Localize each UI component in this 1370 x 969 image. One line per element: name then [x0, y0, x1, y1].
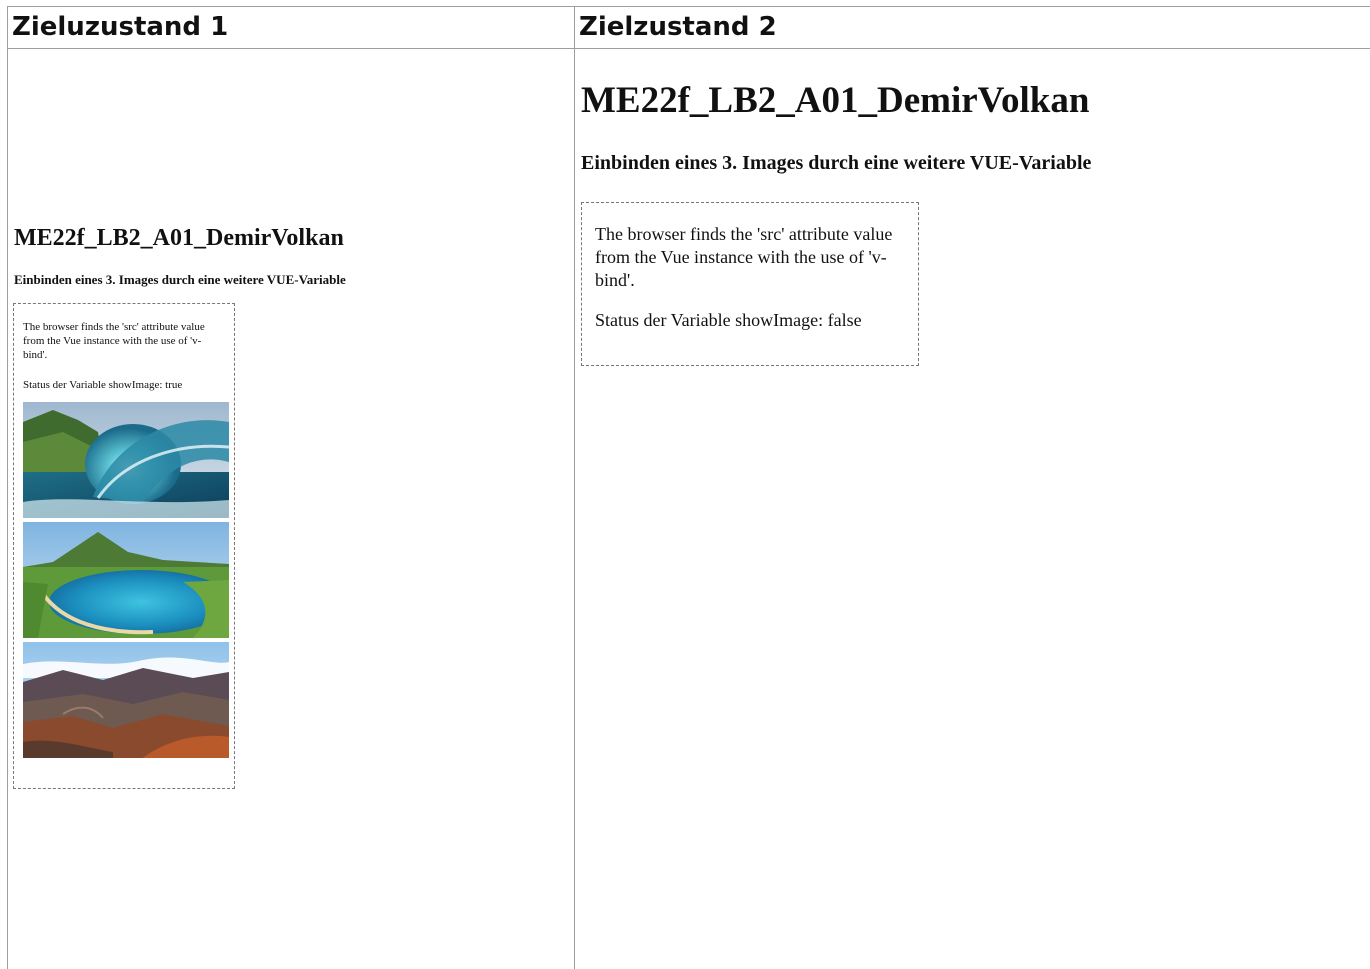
- page-subtitle: Einbinden eines 3. Images durch eine wei…: [14, 272, 346, 288]
- page-subtitle: Einbinden eines 3. Images durch eine wei…: [581, 152, 1091, 175]
- description-text: The browser finds the 'src' attribute va…: [23, 320, 223, 362]
- state-1-cell: ME22f_LB2_A01_DemirVolkan Einbinden eine…: [8, 49, 575, 969]
- column-header-state-2: Zielzustand 2: [575, 7, 1370, 49]
- app-container: The browser finds the 'src' attribute va…: [581, 202, 919, 366]
- column-header-state-1: Zieluzustand 1: [8, 7, 575, 49]
- wave-image: [23, 402, 229, 518]
- app-container: The browser finds the 'src' attribute va…: [13, 303, 235, 789]
- page-title: ME22f_LB2_A01_DemirVolkan: [581, 79, 1089, 122]
- state-2-preview: ME22f_LB2_A01_DemirVolkan Einbinden eine…: [575, 49, 1370, 969]
- state-1-preview: ME22f_LB2_A01_DemirVolkan Einbinden eine…: [8, 49, 574, 969]
- status-text: Status der Variable showImage: false: [595, 309, 905, 332]
- bay-image: [23, 522, 229, 638]
- page-title: ME22f_LB2_A01_DemirVolkan: [14, 225, 344, 252]
- state-2-cell: ME22f_LB2_A01_DemirVolkan Einbinden eine…: [575, 49, 1370, 969]
- crater-image: [23, 642, 229, 758]
- status-text: Status der Variable showImage: true: [23, 378, 223, 392]
- description-text: The browser finds the 'src' attribute va…: [595, 223, 905, 292]
- comparison-table: Zieluzustand 1 Zielzustand 2 ME22f_LB2_A…: [7, 6, 1370, 969]
